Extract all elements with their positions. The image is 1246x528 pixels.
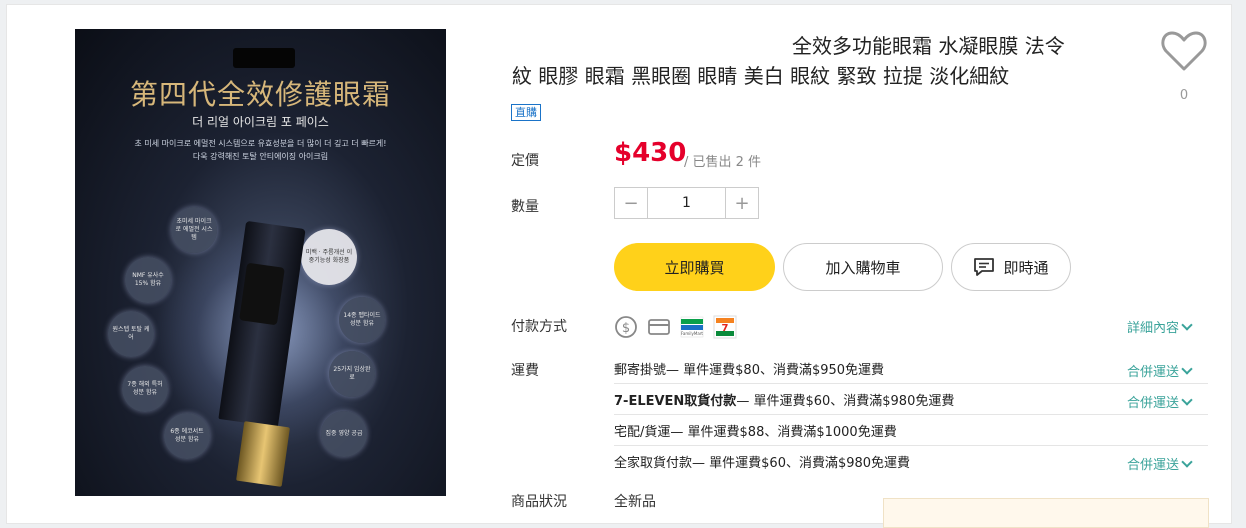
image-copy-line: 다욱 강력해진 토탈 안티에이징 아이크림: [192, 152, 329, 161]
price-value: $430: [614, 138, 687, 168]
combine-shipping-label: 合併運送: [1127, 458, 1180, 473]
payment-icons: $ FamilyMart 7: [614, 315, 737, 339]
chevron-down-icon: [1181, 318, 1193, 331]
shipping-method: 全家取貨付款: [614, 456, 693, 471]
quantity-input[interactable]: 1: [647, 188, 726, 218]
feature-bubble: 14종 펩타이드 성분 함유: [339, 297, 385, 343]
sold-count: / 已售出 2 件: [684, 155, 762, 170]
familymart-icon: FamilyMart: [680, 315, 704, 339]
combine-shipping-label: 合併運送: [1127, 365, 1180, 380]
image-subtitle: 더 리얼 아이크림 포 페이스: [192, 115, 329, 129]
quantity-stepper: − 1 +: [614, 187, 759, 219]
shipping-fee: — 單件運費$80、消費滿$950免運費: [666, 362, 885, 378]
shipping-method: 7-ELEVEN取貨付款: [614, 393, 737, 409]
chat-button[interactable]: 即時通: [951, 243, 1071, 291]
product-title: 全效多功能眼霜 水凝眼膜 法令 紋 眼膠 眼霜 黑眼圈 眼睛 美白 眼紋 緊致 …: [512, 31, 1122, 91]
payment-label: 付款方式: [511, 319, 567, 335]
chevron-down-icon: [1181, 393, 1193, 406]
quantity-increase-button[interactable]: +: [726, 188, 758, 218]
redacted-logo: [233, 48, 295, 68]
seven-eleven-icon: 7: [713, 315, 737, 339]
shipping-row: 7-ELEVEN取貨付款 — 單件運費$60、消費滿$980免運費: [614, 384, 1208, 415]
heart-icon: [1161, 31, 1207, 71]
favorite-count: 0: [1179, 88, 1189, 103]
svg-text:$: $: [622, 321, 630, 336]
direct-buy-badge: 直購: [511, 104, 541, 121]
payment-details-link[interactable]: 詳細內容: [1127, 317, 1193, 336]
price-label: 定價: [511, 153, 539, 169]
favorite-button[interactable]: 0: [1161, 30, 1207, 103]
shipping-fee: — 單件運費$88、消費滿$1000免運費: [670, 424, 897, 440]
product-tube-cap: [236, 421, 290, 487]
feature-bubble: 미백 · 주름개선 이중기능성 화장품: [301, 229, 357, 285]
shipping-method: 郵寄掛號: [614, 362, 667, 378]
chevron-down-icon: [1181, 455, 1193, 468]
combine-shipping-label: 合併運送: [1127, 396, 1180, 411]
image-title: 第四代全效修護眼霜: [129, 78, 391, 111]
dollar-icon: $: [614, 315, 638, 339]
product-title-line: 紋 眼膠 眼霜 黑眼圈 眼睛 美白 眼紋 緊致 拉提 淡化細紋: [512, 64, 1010, 88]
feature-bubble: 초미세 마이크로 에멀전 시스템: [171, 207, 217, 253]
shipping-row: 全家取貨付款 — 單件運費$60、消費滿$980免運費: [614, 446, 1208, 477]
shipping-fee: — 單件運費$60、消費滿$980免運費: [692, 456, 911, 471]
notice-box: [883, 498, 1209, 528]
feature-bubble: 원스텝 토탈 케어: [108, 311, 154, 357]
payment-details-label: 詳細內容: [1127, 321, 1180, 336]
feature-bubble: NMF 유사수 15% 함유: [125, 257, 171, 303]
quantity-label: 數量: [511, 199, 539, 215]
feature-bubble: 6종 에코서트 성분 함유: [164, 413, 210, 459]
chevron-down-icon: [1181, 362, 1193, 375]
shipping-label: 運費: [511, 363, 539, 379]
image-copy-line: 초 미세 마이크로 에멀전 시스템으로 유효성분을 더 많이 더 깊고 더 빠르…: [134, 139, 387, 148]
product-title-line: 全效多功能眼霜 水凝眼膜 法令: [792, 34, 1065, 58]
credit-card-icon: [647, 315, 671, 339]
quantity-decrease-button[interactable]: −: [615, 188, 647, 218]
combine-shipping-link[interactable]: 合併運送: [1127, 361, 1193, 380]
add-to-cart-button[interactable]: 加入購物車: [783, 243, 943, 291]
shipping-method: 宅配/貨運: [614, 424, 671, 440]
svg-text:7: 7: [722, 323, 729, 334]
combine-shipping-link[interactable]: 合併運送: [1127, 454, 1193, 473]
chat-icon: [974, 258, 995, 276]
redacted-label: [239, 262, 285, 326]
condition-label: 商品狀況: [511, 494, 567, 510]
shipping-fee: — 單件運費$60、消費滿$980免運費: [736, 393, 955, 409]
image-copy: 초 미세 마이크로 에멀전 시스템으로 유효성분을 더 많이 더 깊고 더 빠르…: [95, 137, 426, 163]
shipping-row: 郵寄掛號 — 單件運費$80、消費滿$950免運費: [614, 353, 1208, 384]
chat-button-label: 即時通: [1003, 258, 1049, 277]
combine-shipping-link[interactable]: 合併運送: [1127, 392, 1193, 411]
feature-bubble: 7종 해외 특허 성분 함유: [122, 366, 168, 412]
buy-now-button[interactable]: 立即購買: [614, 243, 775, 291]
product-image[interactable]: 第四代全效修護眼霜 더 리얼 아이크림 포 페이스 초 미세 마이크로 에멀전 …: [75, 29, 446, 496]
condition-value: 全新品: [614, 494, 656, 510]
svg-text:FamilyMart: FamilyMart: [681, 331, 703, 336]
feature-bubble: 집중 영양 공급: [321, 411, 367, 457]
feature-bubble: 25가지 임상완료: [329, 351, 375, 397]
shipping-row: 宅配/貨運 — 單件運費$88、消費滿$1000免運費: [614, 415, 1208, 446]
